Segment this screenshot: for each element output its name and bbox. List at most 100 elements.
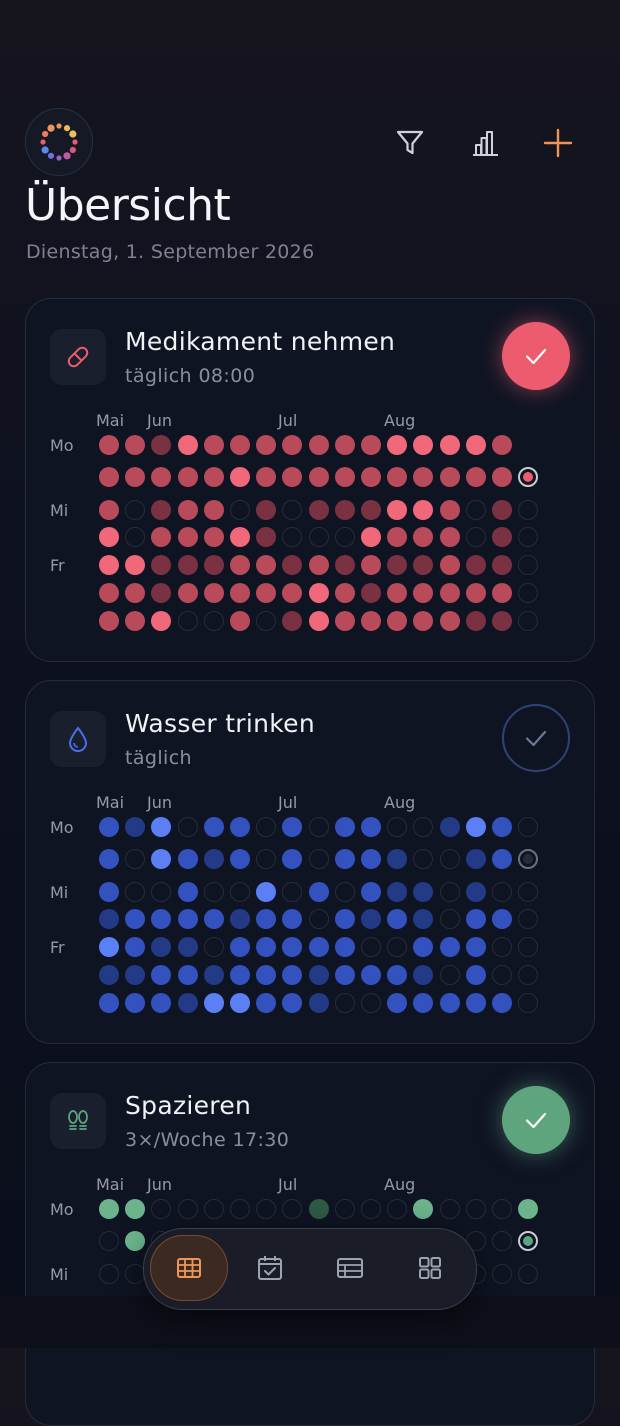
contribution-grid — [26, 681, 594, 1043]
day-cell — [151, 500, 172, 520]
day-cell — [492, 555, 512, 575]
day-cell — [413, 435, 434, 455]
day-cell — [439, 849, 460, 869]
day-cell — [230, 817, 250, 837]
day-cell — [230, 937, 250, 957]
day-cell — [230, 527, 250, 547]
day-cell — [177, 583, 198, 603]
day-cell — [177, 849, 198, 869]
filter-icon[interactable] — [387, 120, 433, 166]
day-cell — [282, 937, 303, 957]
day-cell — [518, 817, 539, 837]
day-cell — [203, 611, 224, 631]
day-cell — [387, 909, 408, 929]
day-cell — [203, 965, 224, 985]
day-cell — [334, 611, 355, 631]
day-cell — [177, 909, 198, 929]
day-cell — [518, 909, 539, 929]
day-cell — [125, 555, 146, 575]
day-cell — [413, 909, 434, 929]
day-cell — [151, 611, 172, 631]
day-cell — [177, 500, 198, 520]
day-cell — [439, 965, 460, 985]
stats-icon[interactable] — [462, 120, 508, 166]
day-cell — [203, 882, 224, 902]
day-cell — [125, 937, 146, 957]
day-cell — [99, 1199, 119, 1219]
day-cell — [308, 583, 329, 603]
day-cell — [203, 1199, 224, 1219]
day-cell — [334, 882, 355, 902]
day-cell — [203, 555, 224, 575]
day-cell — [361, 467, 381, 487]
day-cell — [334, 583, 355, 603]
day-cell — [151, 882, 172, 902]
habit-card-water[interactable]: Wasser trinken täglich Mai Jun Jul Aug M… — [25, 680, 595, 1044]
tab-widgets[interactable] — [391, 1235, 469, 1301]
day-cell — [439, 527, 460, 547]
day-cell — [361, 435, 381, 455]
habit-card-medication[interactable]: Medikament nehmen täglich 08:00 Mai Jun … — [25, 298, 595, 662]
day-cell — [151, 817, 172, 837]
day-cell — [334, 965, 355, 985]
day-cell — [492, 817, 512, 837]
day-cell — [492, 937, 512, 957]
day-cell — [203, 817, 224, 837]
day-cell — [230, 965, 250, 985]
day-cell — [151, 583, 172, 603]
day-cell — [125, 817, 146, 837]
day-cell — [256, 611, 277, 631]
grid-table-icon — [177, 1258, 201, 1278]
day-cell — [439, 909, 460, 929]
dotted-ring-logo-icon[interactable] — [25, 108, 93, 176]
day-cell — [361, 849, 381, 869]
day-cell — [492, 500, 512, 520]
day-cell — [99, 583, 119, 603]
day-cell — [230, 555, 250, 575]
day-cell — [518, 1264, 539, 1284]
day-cell — [256, 909, 277, 929]
day-cell — [361, 909, 381, 929]
day-cell — [308, 527, 329, 547]
day-cell — [465, 909, 486, 929]
today-cell — [518, 849, 539, 869]
day-cell — [334, 1199, 355, 1219]
day-cell — [439, 611, 460, 631]
day-cell — [492, 583, 512, 603]
day-cell — [125, 849, 146, 869]
day-cell — [518, 527, 539, 547]
page-title: Übersicht — [25, 180, 231, 231]
day-cell — [465, 937, 486, 957]
day-cell — [413, 611, 434, 631]
day-cell — [151, 909, 172, 929]
day-cell — [334, 527, 355, 547]
day-cell — [203, 993, 224, 1013]
day-cell — [334, 467, 355, 487]
day-cell — [387, 583, 408, 603]
day-cell — [256, 937, 277, 957]
tab-calendar[interactable] — [231, 1235, 309, 1301]
day-cell — [465, 583, 486, 603]
day-cell — [125, 965, 146, 985]
day-cell — [465, 611, 486, 631]
day-cell — [177, 555, 198, 575]
day-cell — [334, 500, 355, 520]
day-cell — [387, 817, 408, 837]
day-cell — [518, 1199, 539, 1219]
day-cell — [308, 882, 329, 902]
day-cell — [282, 527, 303, 547]
day-cell — [282, 467, 303, 487]
day-cell — [492, 882, 512, 902]
day-cell — [177, 467, 198, 487]
day-cell — [492, 611, 512, 631]
day-cell — [387, 993, 408, 1013]
day-cell — [282, 611, 303, 631]
day-cell — [439, 500, 460, 520]
add-icon[interactable] — [535, 120, 581, 166]
tab-overview-grid[interactable] — [150, 1235, 228, 1301]
day-cell — [125, 583, 146, 603]
tab-list[interactable] — [311, 1235, 389, 1301]
day-cell — [203, 467, 224, 487]
day-cell — [361, 993, 381, 1013]
day-cell — [308, 965, 329, 985]
